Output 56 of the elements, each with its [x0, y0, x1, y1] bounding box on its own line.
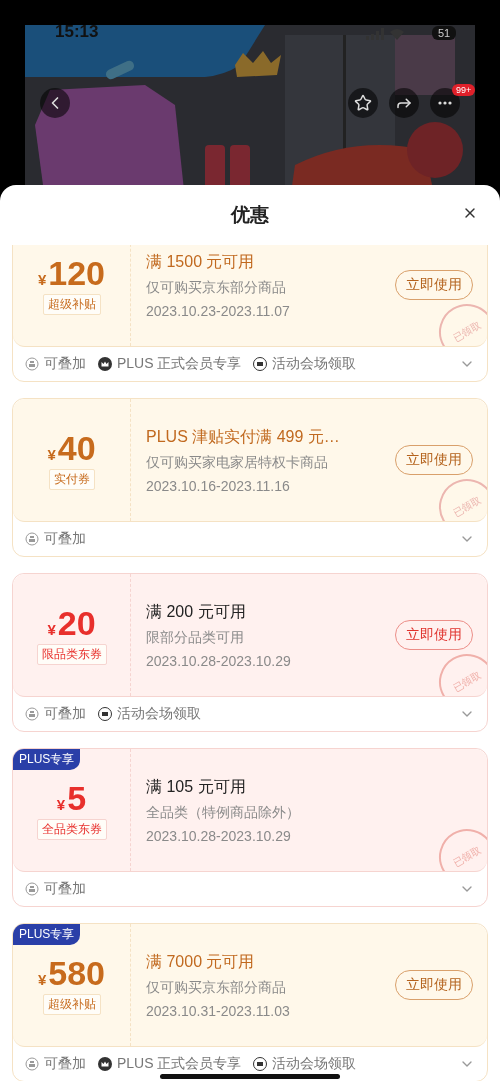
- share-button[interactable]: [389, 88, 419, 118]
- coupon-title: 满 200 元可用: [146, 601, 247, 622]
- back-button[interactable]: [40, 88, 70, 118]
- coupon-period: 2023.10.16-2023.11.16: [146, 477, 291, 494]
- coupon-feature: PLUS 正式会员专享: [98, 355, 242, 373]
- coupon-amount: ¥580: [37, 955, 106, 990]
- coupon-scope: 限部分品类可用: [146, 628, 245, 647]
- coupon-title: 满 105 元可用: [146, 776, 247, 797]
- crown-icon: [98, 1057, 112, 1071]
- ticket-icon: [253, 1057, 268, 1071]
- stack-icon: [25, 357, 39, 371]
- coupon-type-label: 限品类东券: [36, 643, 107, 665]
- plus-tag: PLUS专享: [13, 749, 81, 770]
- status-time: 15:13: [55, 22, 99, 42]
- ticket-icon: [253, 357, 268, 371]
- coupon-amount: ¥5: [56, 780, 87, 815]
- sheet-title: 优惠: [231, 203, 269, 227]
- signal-wifi-icon: [366, 28, 406, 40]
- coupon-title: 满 1500 元可用: [146, 251, 256, 272]
- coupon-amount: ¥40: [47, 430, 96, 465]
- coupon-title: PLUS 津贴实付满 499 元…: [146, 426, 341, 447]
- battery-level: 51: [432, 26, 457, 40]
- more-icon: [438, 101, 452, 105]
- plus-tag: PLUS专享: [13, 924, 81, 945]
- coupon-amount: ¥20: [47, 605, 96, 640]
- stack-icon: [25, 707, 39, 721]
- coupon-period: 2023.10.28-2023.10.29: [146, 827, 292, 844]
- coupon-feature: 活动会场领取: [253, 355, 357, 373]
- coupon-feature: PLUS 正式会员专享: [98, 1055, 242, 1073]
- coupon-feature: 活动会场领取: [98, 705, 201, 723]
- coupon-type-label: 全品类东券: [36, 818, 107, 840]
- stack-icon: [25, 882, 39, 896]
- coupon-scope: 全品类（特例商品除外）: [146, 803, 301, 822]
- coupon-type-label: 超级补贴: [42, 293, 101, 315]
- coupon-feature: 可叠加: [25, 880, 86, 898]
- stack-icon: [25, 532, 39, 546]
- coupon-scope: 仅可购买京东部分商品: [146, 278, 287, 297]
- coupon-feature: 可叠加: [25, 1055, 86, 1073]
- coupon-feature: 可叠加: [25, 530, 86, 548]
- crown-icon: [98, 357, 112, 371]
- coupon-feature: 可叠加: [25, 705, 86, 723]
- coupon-title: 满 7000 元可用: [146, 951, 256, 972]
- coupon-period: 2023.10.28-2023.10.29: [146, 652, 292, 669]
- stack-icon: [25, 1057, 39, 1071]
- coupon-type-label: 实付券: [48, 468, 95, 490]
- coupon-type-label: 超级补贴: [42, 993, 101, 1015]
- coupon-period: 2023.10.23-2023.11.07: [146, 302, 291, 319]
- favorite-button[interactable]: [348, 88, 378, 118]
- ticket-icon: [98, 707, 112, 721]
- coupon-scope: 仅可购买家电家居特权卡商品: [146, 453, 329, 472]
- coupon-feature: 可叠加: [25, 355, 86, 373]
- star-icon: [354, 94, 372, 112]
- coupon-period: 2023.10.31-2023.11.03: [146, 1002, 291, 1019]
- coupon-amount: ¥120: [37, 255, 106, 290]
- coupon-scope: 仅可购买京东部分商品: [146, 978, 287, 997]
- coupon-feature: 活动会场领取: [253, 1055, 357, 1073]
